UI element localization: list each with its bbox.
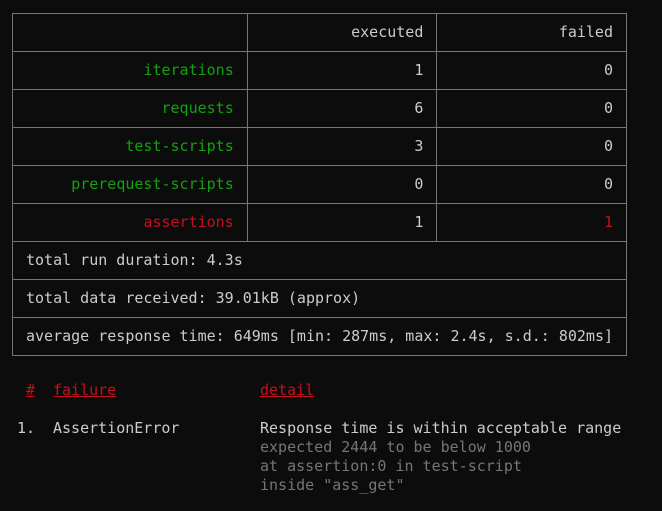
failures-header-detail: detail xyxy=(260,381,315,399)
summary-duration-row: total run duration: 4.3s xyxy=(12,241,627,280)
row-failed: 0 xyxy=(436,51,627,90)
failures-header: # failure detail xyxy=(0,381,662,400)
header-label-cell xyxy=(12,13,248,52)
total-run-duration: total run duration: 4.3s xyxy=(12,241,627,280)
failure-detail-text: inside "ass_get" xyxy=(260,476,405,494)
failure-detail-line: expected 2444 to be below 1000 xyxy=(0,438,662,457)
failure-detail-line: inside "ass_get" xyxy=(0,476,662,495)
row-failed: 0 xyxy=(436,165,627,204)
row-label: assertions xyxy=(12,203,248,242)
total-data-received: total data received: 39.01kB (approx) xyxy=(12,279,627,318)
summary-row-requests: requests 6 0 xyxy=(12,89,627,128)
failure-detail-text: at assertion:0 in test-script xyxy=(260,457,522,475)
failure-title: Response time is within acceptable range xyxy=(260,419,622,437)
average-response-time: average response time: 649ms [min: 287ms… xyxy=(12,317,627,356)
failure-index: 1. xyxy=(17,419,36,437)
summary-response-row: average response time: 649ms [min: 287ms… xyxy=(12,317,627,356)
row-failed: 0 xyxy=(436,89,627,128)
row-failed: 1 xyxy=(436,203,627,242)
summary-row-assertions: assertions 1 1 xyxy=(12,203,627,242)
summary-row-test-scripts: test-scripts 3 0 xyxy=(12,127,627,166)
row-executed: 1 xyxy=(246,51,438,90)
failures-header-failure: failure xyxy=(53,381,117,399)
summary-header-row: executed failed xyxy=(12,13,627,52)
row-executed: 6 xyxy=(246,89,438,128)
header-executed: executed xyxy=(246,13,438,52)
run-summary-table: executed failed iterations 1 0 requests … xyxy=(12,13,627,356)
summary-row-prerequest-scripts: prerequest-scripts 0 0 xyxy=(12,165,627,204)
summary-data-row: total data received: 39.01kB (approx) xyxy=(12,279,627,318)
row-label: iterations xyxy=(12,51,248,90)
row-executed: 3 xyxy=(246,127,438,166)
summary-row-iterations: iterations 1 0 xyxy=(12,51,627,90)
row-executed: 1 xyxy=(246,203,438,242)
row-label: requests xyxy=(12,89,248,128)
failure-item: 1. AssertionError Response time is withi… xyxy=(0,419,662,438)
failures-section: # failure detail 1. AssertionError Respo… xyxy=(0,381,662,495)
failure-type: AssertionError xyxy=(53,419,180,437)
row-label: prerequest-scripts xyxy=(12,165,248,204)
header-failed: failed xyxy=(436,13,627,52)
row-executed: 0 xyxy=(246,165,438,204)
failure-detail-line: at assertion:0 in test-script xyxy=(0,457,662,476)
row-failed: 0 xyxy=(436,127,627,166)
failures-header-hash: # xyxy=(26,381,36,399)
row-label: test-scripts xyxy=(12,127,248,166)
failure-detail-text: expected 2444 to be below 1000 xyxy=(260,438,531,456)
failures-spacer xyxy=(0,400,662,419)
